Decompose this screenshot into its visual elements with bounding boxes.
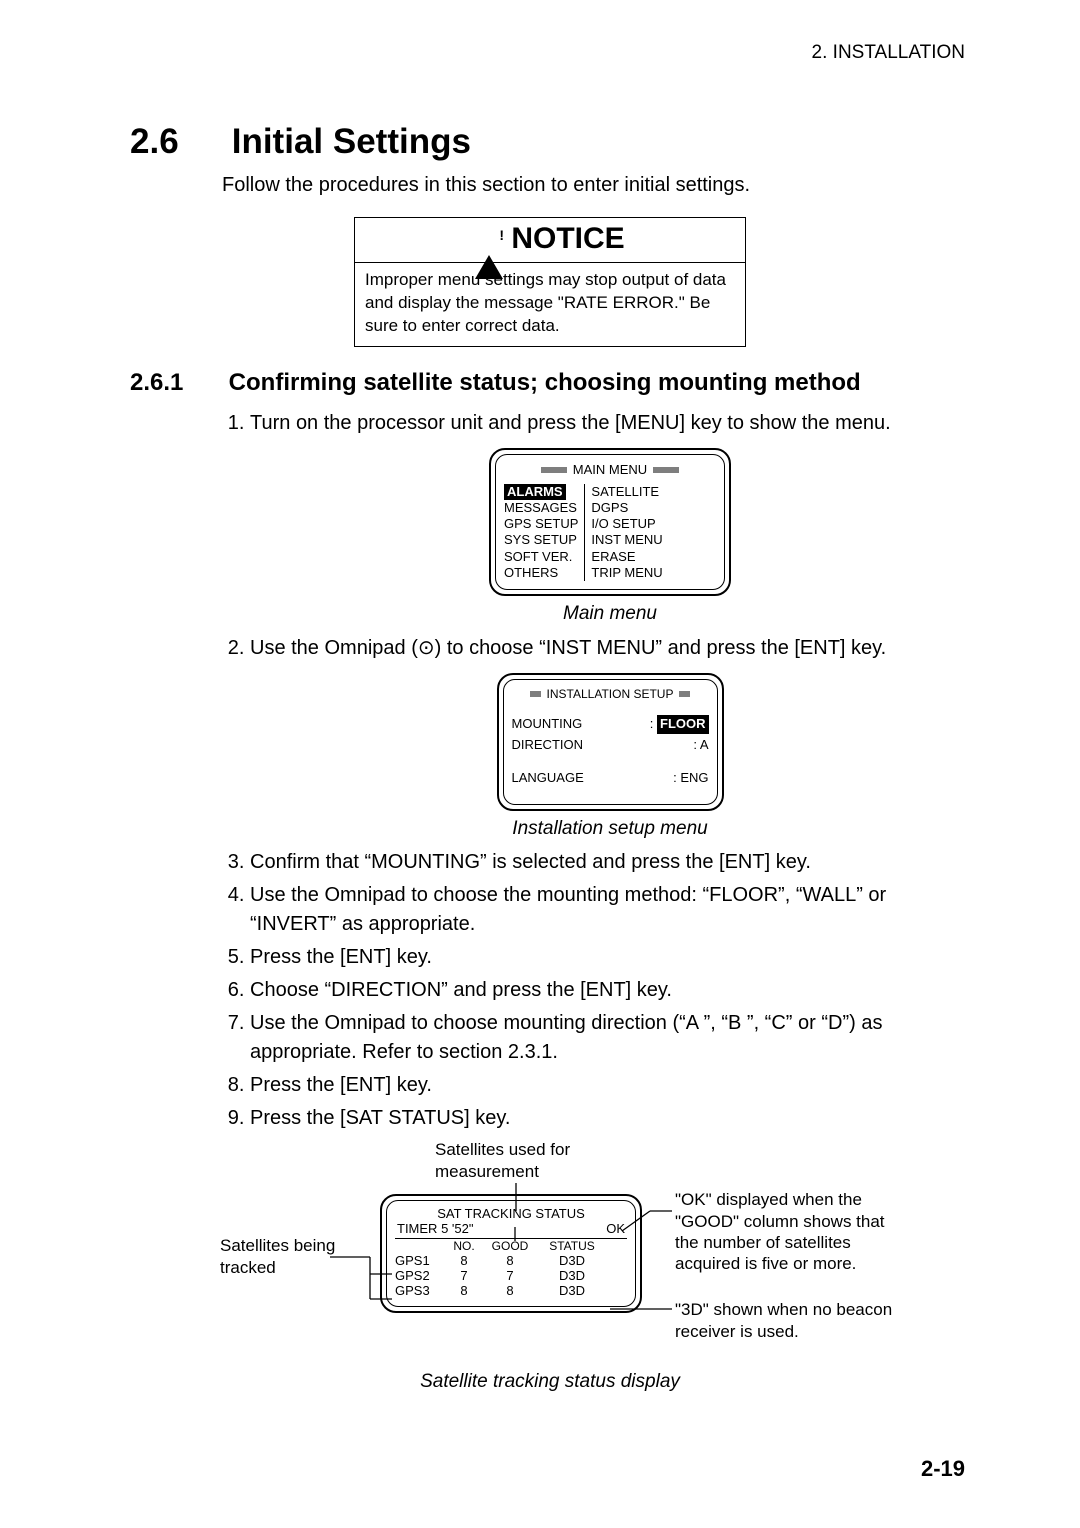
sat-row: GPS1 8 8 D3D [395, 1253, 627, 1268]
menu-item: SATELLITE [591, 484, 662, 500]
sat-row: GPS2 7 7 D3D [395, 1268, 627, 1283]
menu-item: SOFT VER. [504, 549, 578, 565]
figure-caption: Main menu [250, 600, 970, 628]
step-item: Press the [ENT] key. [250, 943, 970, 972]
install-setup-screen: INSTALLATION SETUP MOUNTING : FLOOR DIRE… [497, 673, 724, 811]
step-item: Use the Omnipad to choose mounting direc… [250, 1009, 970, 1067]
notice-heading: NOTICE [355, 218, 745, 263]
sat-row: GPS3 8 8 D3D [395, 1283, 627, 1298]
step-item: Choose “DIRECTION” and press the [ENT] k… [250, 976, 970, 1005]
timer-label: TIMER [397, 1221, 437, 1236]
main-menu-title: MAIN MENU [573, 461, 647, 480]
chapter-header: 2. INSTALLATION [812, 42, 965, 64]
row-status: D3D [537, 1283, 607, 1298]
section-title-text: Initial Settings [232, 122, 471, 161]
notice-body: Improper menu settings may stop output o… [355, 263, 745, 346]
figure-caption: Satellite tracking status display [130, 1371, 970, 1393]
annotation-right-3d: "3D" shown when no beacon receiver is us… [675, 1299, 905, 1342]
row-good: 8 [483, 1253, 537, 1268]
menu-item: DGPS [591, 500, 662, 516]
notice-box: NOTICE Improper menu settings may stop o… [354, 217, 746, 347]
procedure-list: Turn on the processor unit and press the… [222, 409, 970, 1133]
sat-title: SAT TRACKING STATUS [395, 1206, 627, 1221]
menu-item: INST MENU [591, 532, 662, 548]
setup-value-floor: FLOOR [657, 715, 709, 734]
install-setup-title: INSTALLATION SETUP [547, 686, 674, 703]
menu-item: GPS SETUP [504, 516, 578, 532]
main-menu-screen: MAIN MENU ALARMS MESSAGES GPS SETUP SYS … [489, 448, 731, 596]
annotation-top: Satellites used for measurement [435, 1139, 635, 1182]
setup-label: MOUNTING [512, 715, 583, 734]
col-good: GOOD [483, 1239, 537, 1253]
page-number: 2-19 [921, 1456, 965, 1482]
notice-heading-text: NOTICE [511, 222, 624, 256]
subsection-title-text: Confirming satellite status; choosing mo… [229, 369, 861, 396]
annotation-right-ok: "OK" displayed when the "GOOD" column sh… [675, 1189, 905, 1274]
row-good: 7 [483, 1268, 537, 1283]
subsection-heading: 2.6.1 Confirming satellite status; choos… [130, 369, 970, 397]
row-no: 8 [445, 1253, 483, 1268]
title-bar-icon [541, 467, 567, 473]
step-text: Turn on the processor unit and press the… [250, 412, 891, 434]
title-bar-icon [679, 691, 690, 697]
section-number: 2.6 [130, 122, 222, 162]
col-no: NO. [445, 1239, 483, 1253]
row-name: GPS2 [395, 1268, 445, 1283]
menu-item: SYS SETUP [504, 532, 578, 548]
section-heading: 2.6 Initial Settings [130, 122, 970, 162]
row-status: D3D [537, 1268, 607, 1283]
step-item: Press the [SAT STATUS] key. [250, 1104, 970, 1133]
sat-tracking-figure: Satellites used for measurement Satellit… [230, 1139, 870, 1369]
ok-indicator: OK [606, 1221, 625, 1236]
row-name: GPS3 [395, 1283, 445, 1298]
timer-value: 5 '52" [441, 1221, 473, 1236]
menu-item: TRIP MENU [591, 565, 662, 581]
title-bar-icon [530, 691, 541, 697]
setup-label: LANGUAGE [512, 769, 584, 788]
step-item: Turn on the processor unit and press the… [250, 409, 970, 628]
menu-item: I/O SETUP [591, 516, 662, 532]
row-name: GPS1 [395, 1253, 445, 1268]
col-status: STATUS [537, 1239, 607, 1253]
step-item: Use the Omnipad to choose the mounting m… [250, 881, 970, 939]
row-status: D3D [537, 1253, 607, 1268]
title-bar-icon [653, 467, 679, 473]
subsection-number: 2.6.1 [130, 369, 222, 397]
step-item: Confirm that “MOUNTING” is selected and … [250, 848, 970, 877]
section-intro: Follow the procedures in this section to… [222, 174, 970, 197]
annotation-left: Satellites being tracked [220, 1235, 350, 1278]
menu-item: ERASE [591, 549, 662, 565]
row-no: 8 [445, 1283, 483, 1298]
step-text: Use the Omnipad (⊙) to choose “INST MENU… [250, 637, 886, 659]
row-good: 8 [483, 1283, 537, 1298]
setup-value: : A [693, 736, 708, 755]
setup-value: : ENG [673, 769, 708, 788]
row-no: 7 [445, 1268, 483, 1283]
menu-item: OTHERS [504, 565, 578, 581]
menu-item: MESSAGES [504, 500, 578, 516]
menu-item-alarms: ALARMS [504, 484, 566, 500]
figure-caption: Installation setup menu [250, 815, 970, 843]
setup-label: DIRECTION [512, 736, 584, 755]
sat-tracking-screen: SAT TRACKING STATUS TIMER 5 '52" OK NO. … [380, 1194, 642, 1313]
step-item: Press the [ENT] key. [250, 1071, 970, 1100]
step-item: Use the Omnipad (⊙) to choose “INST MENU… [250, 634, 970, 843]
